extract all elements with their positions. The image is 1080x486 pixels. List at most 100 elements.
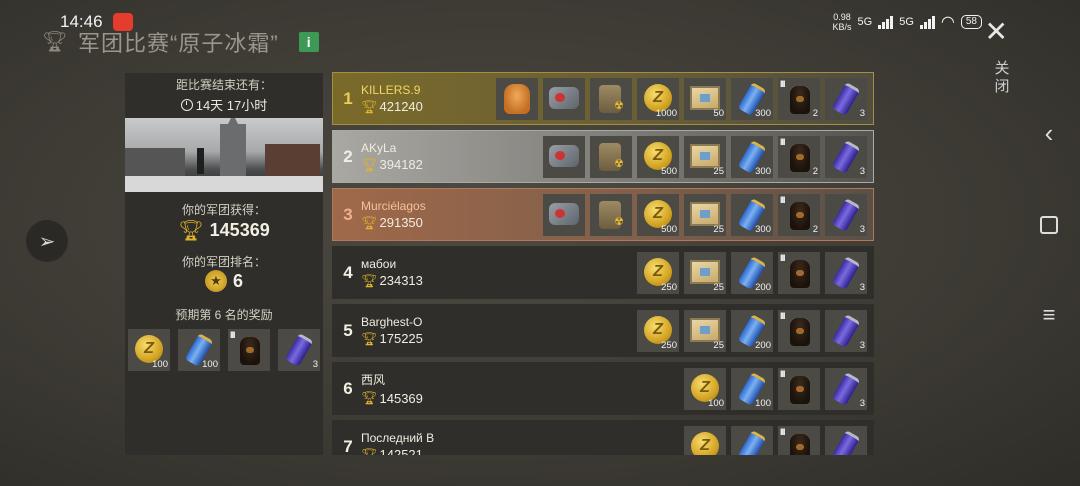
leaderboard-row[interactable]: 5 Barghest-O 🏆︎ 175225 Z 250 25 200 III 3	[332, 304, 874, 357]
leaderboard-row[interactable]: 7 Последний В 🏆︎ 142521 Z III	[332, 420, 874, 455]
row-rank: 3	[343, 204, 353, 224]
reward-item[interactable]: 3	[278, 329, 320, 371]
reward-item[interactable]: III	[778, 310, 820, 352]
reward-item[interactable]: Z 500	[637, 136, 679, 178]
reward-item[interactable]: III 2	[778, 78, 820, 120]
tier-label: III	[780, 427, 785, 437]
dog-icon	[240, 337, 260, 365]
reward-item[interactable]: III 2	[778, 136, 820, 178]
share-icon: ➢	[38, 230, 56, 253]
reward-item[interactable]: Z 100	[128, 329, 170, 371]
reward-item[interactable]: Z 250	[637, 252, 679, 294]
reward-item[interactable]: 3	[825, 368, 867, 410]
reward-item[interactable]: 50	[684, 78, 726, 120]
reward-item[interactable]	[825, 426, 867, 455]
reward-item[interactable]: Z 250	[637, 310, 679, 352]
legion-info: AKyLa 🏆︎ 394182	[361, 141, 521, 173]
reward-item[interactable]: Z 1000	[637, 78, 679, 120]
reward-item[interactable]: Z 100	[684, 368, 726, 410]
signal-label-2: 5G	[899, 16, 914, 28]
reward-quantity: 300	[755, 166, 771, 177]
purple-can-icon	[831, 256, 861, 290]
reward-item[interactable]: Z	[684, 426, 726, 455]
earned-label: 你的军团获得：	[181, 203, 266, 217]
home-icon[interactable]	[1040, 216, 1058, 234]
reward-item[interactable]	[731, 426, 773, 455]
reward-item[interactable]: 3	[825, 194, 867, 236]
legion-info: Последний В 🏆︎ 142521	[361, 431, 521, 456]
share-button[interactable]: ➢	[26, 220, 68, 262]
trophy-icon: 🏆︎	[361, 390, 378, 405]
reward-item[interactable]: Z 500	[637, 194, 679, 236]
reward-item[interactable]: 100	[178, 329, 220, 371]
reward-item[interactable]: 300	[731, 194, 773, 236]
reward-item[interactable]: 25	[684, 252, 726, 294]
reward-item[interactable]: 200	[731, 310, 773, 352]
reward-item[interactable]: 25	[684, 136, 726, 178]
trophy-icon: 🏆︎	[178, 220, 204, 242]
close-button[interactable]: ✕	[985, 18, 1008, 46]
leaderboard[interactable]: 1KILLERS.9🏆︎421240Z100050300III232AKyLa🏆…	[332, 72, 874, 455]
leaderboard-row[interactable]: 2 AKyLa🏆︎394182 Z500 25 300 III23	[332, 130, 874, 183]
reward-item[interactable]: III 2	[778, 194, 820, 236]
coin-icon: Z	[691, 432, 719, 455]
reward-item[interactable]: III	[778, 252, 820, 294]
reward-item[interactable]: 3	[825, 136, 867, 178]
legion-info: мабои 🏆︎ 234313	[361, 257, 521, 289]
reward-item[interactable]: 300	[731, 78, 773, 120]
reward-quantity: 25	[713, 166, 724, 177]
trophy-icon: 🏆︎	[42, 31, 68, 53]
crate-icon	[690, 144, 720, 168]
reward-item[interactable]: 25	[684, 194, 726, 236]
title-row: 🏆︎ 军团比赛“原子冰霜” i	[42, 26, 319, 58]
reward-item[interactable]: 200	[731, 252, 773, 294]
reward-quantity: 250	[661, 282, 677, 293]
reward-quantity: 25	[713, 224, 724, 235]
reward-item[interactable]	[543, 194, 585, 236]
leaderboard-row[interactable]: 1KILLERS.9🏆︎421240Z100050300III23	[332, 72, 874, 125]
row-rewards: Z 250 25 200 III 3	[637, 310, 867, 352]
rank-label: 你的军团排名：	[181, 255, 266, 269]
tier-label: III	[780, 311, 785, 321]
legion-name: Murciélagos	[361, 198, 426, 213]
reward-item[interactable]	[543, 136, 585, 178]
row-rank: 2	[343, 146, 353, 166]
info-button[interactable]: i	[298, 32, 319, 52]
reward-item[interactable]	[590, 78, 632, 120]
backpack-icon	[599, 85, 624, 113]
close-label[interactable]: 关闭	[994, 60, 1010, 96]
leaderboard-row[interactable]: 3Murciélagos🏆︎291350Z50025300III23	[332, 188, 874, 241]
reward-item[interactable]: III	[778, 426, 820, 455]
row-rewards: Z500 25 300 III 2 3	[543, 136, 867, 178]
legion-score: 🏆︎ 142521	[361, 447, 521, 456]
menu-icon[interactable]: ≡	[1043, 304, 1056, 326]
reward-item[interactable]	[590, 194, 632, 236]
reward-item[interactable]: 3	[825, 78, 867, 120]
trophy-icon: 🏆︎	[361, 156, 378, 172]
back-icon[interactable]: ‹	[1045, 120, 1054, 146]
reward-item[interactable]	[496, 78, 538, 120]
reward-item[interactable]: 100	[731, 368, 773, 410]
reward-item[interactable]: 3	[825, 252, 867, 294]
reward-item[interactable]: 25	[684, 310, 726, 352]
reward-item[interactable]: 3	[825, 310, 867, 352]
reward-quantity: 50	[713, 108, 724, 119]
leaderboard-row[interactable]: 6 西风 🏆︎ 145369 Z 100 100 III 3	[332, 362, 874, 415]
leaderboard-row[interactable]: 4 мабои 🏆︎ 234313 Z 250 25 200 III 3	[332, 246, 874, 299]
reward-item[interactable]	[590, 136, 632, 178]
reward-item[interactable]: 300	[731, 136, 773, 178]
legion-info: Barghest-O 🏆︎ 175225	[361, 315, 521, 347]
reward-item[interactable]: III	[228, 329, 270, 371]
legion-info: 西风 🏆︎ 145369	[361, 371, 521, 406]
reward-quantity: 3	[859, 398, 865, 409]
legion-score: 🏆︎ 291350	[361, 215, 521, 231]
reward-quantity: 100	[755, 398, 771, 409]
gear-icon	[549, 87, 579, 109]
legion-score: 🏆︎ 175225	[361, 331, 521, 347]
row-rewards: Z500 25 300 III 2 3	[543, 194, 867, 236]
reward-item[interactable]	[543, 78, 585, 120]
event-banner-image	[125, 118, 323, 192]
reward-quantity: 500	[661, 166, 677, 177]
reward-item[interactable]: III	[778, 368, 820, 410]
dog-icon	[790, 318, 810, 346]
